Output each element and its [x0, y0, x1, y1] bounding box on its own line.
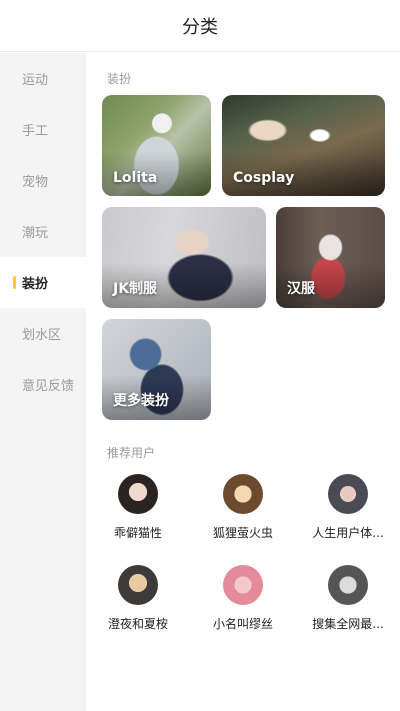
category-card-hanfu[interactable]: 汉服 [276, 207, 385, 308]
user-name: 小名叫缪丝 [212, 617, 273, 631]
avatar [118, 474, 158, 514]
active-indicator [13, 276, 16, 289]
category-card-lolita[interactable]: Lolita [102, 95, 211, 196]
user-item[interactable]: 乖僻猫性 [86, 474, 190, 541]
sidebar-item-dress-up[interactable]: 装扮 [0, 257, 86, 308]
card-label: 汉服 [287, 281, 315, 297]
card-label: Lolita [113, 170, 158, 186]
category-content: 装扮 Lolita Cosplay JK制服 汉服 更多装扮 推荐用户 乖僻猫性… [86, 53, 400, 711]
user-name: 搜集全网最... [312, 617, 384, 631]
sidebar-item-feedback[interactable]: 意见反馈 [0, 359, 86, 410]
category-card-jk-uniform[interactable]: JK制服 [102, 207, 266, 308]
page-title: 分类 [182, 16, 218, 38]
sidebar-item-sports[interactable]: 运动 [0, 53, 86, 104]
sidebar-item-label: 划水区 [22, 328, 62, 343]
user-name: 人生用户体... [312, 526, 384, 540]
user-name: 澄夜和夏桉 [107, 617, 168, 631]
avatar [223, 474, 263, 514]
user-name: 狐狸萤火虫 [212, 526, 273, 540]
sidebar-item-label: 运动 [22, 73, 49, 88]
sidebar-item-trendy-toys[interactable]: 潮玩 [0, 206, 86, 257]
user-item[interactable]: 人生用户体... [296, 474, 400, 541]
sidebar-item-label: 潮玩 [22, 226, 49, 241]
sidebar-item-handcraft[interactable]: 手工 [0, 104, 86, 155]
category-sidebar: 运动 手工 宠物 潮玩 装扮 划水区 意见反馈 [0, 53, 86, 711]
avatar [328, 474, 368, 514]
user-item[interactable]: 搜集全网最... [296, 565, 400, 632]
avatar [118, 565, 158, 605]
avatar [328, 565, 368, 605]
sidebar-item-label: 宠物 [22, 175, 49, 190]
sidebar-item-slacking-zone[interactable]: 划水区 [0, 308, 86, 359]
top-bar: 分类 [0, 0, 400, 52]
sidebar-item-label: 装扮 [22, 277, 49, 292]
category-card-cosplay[interactable]: Cosplay [222, 95, 385, 196]
section-title: 装扮 [107, 72, 132, 86]
card-label: Cosplay [233, 170, 295, 186]
sidebar-item-label: 手工 [22, 124, 49, 139]
category-card-more[interactable]: 更多装扮 [102, 319, 211, 420]
card-label: JK制服 [113, 281, 158, 297]
avatar [223, 565, 263, 605]
recommended-users-title: 推荐用户 [107, 446, 156, 460]
user-item[interactable]: 狐狸萤火虫 [191, 474, 295, 541]
card-label: 更多装扮 [113, 393, 169, 409]
user-item[interactable]: 澄夜和夏桉 [86, 565, 190, 632]
sidebar-item-label: 意见反馈 [22, 379, 75, 394]
user-item[interactable]: 小名叫缪丝 [191, 565, 295, 632]
sidebar-item-pets[interactable]: 宠物 [0, 155, 86, 206]
user-name: 乖僻猫性 [113, 526, 162, 540]
